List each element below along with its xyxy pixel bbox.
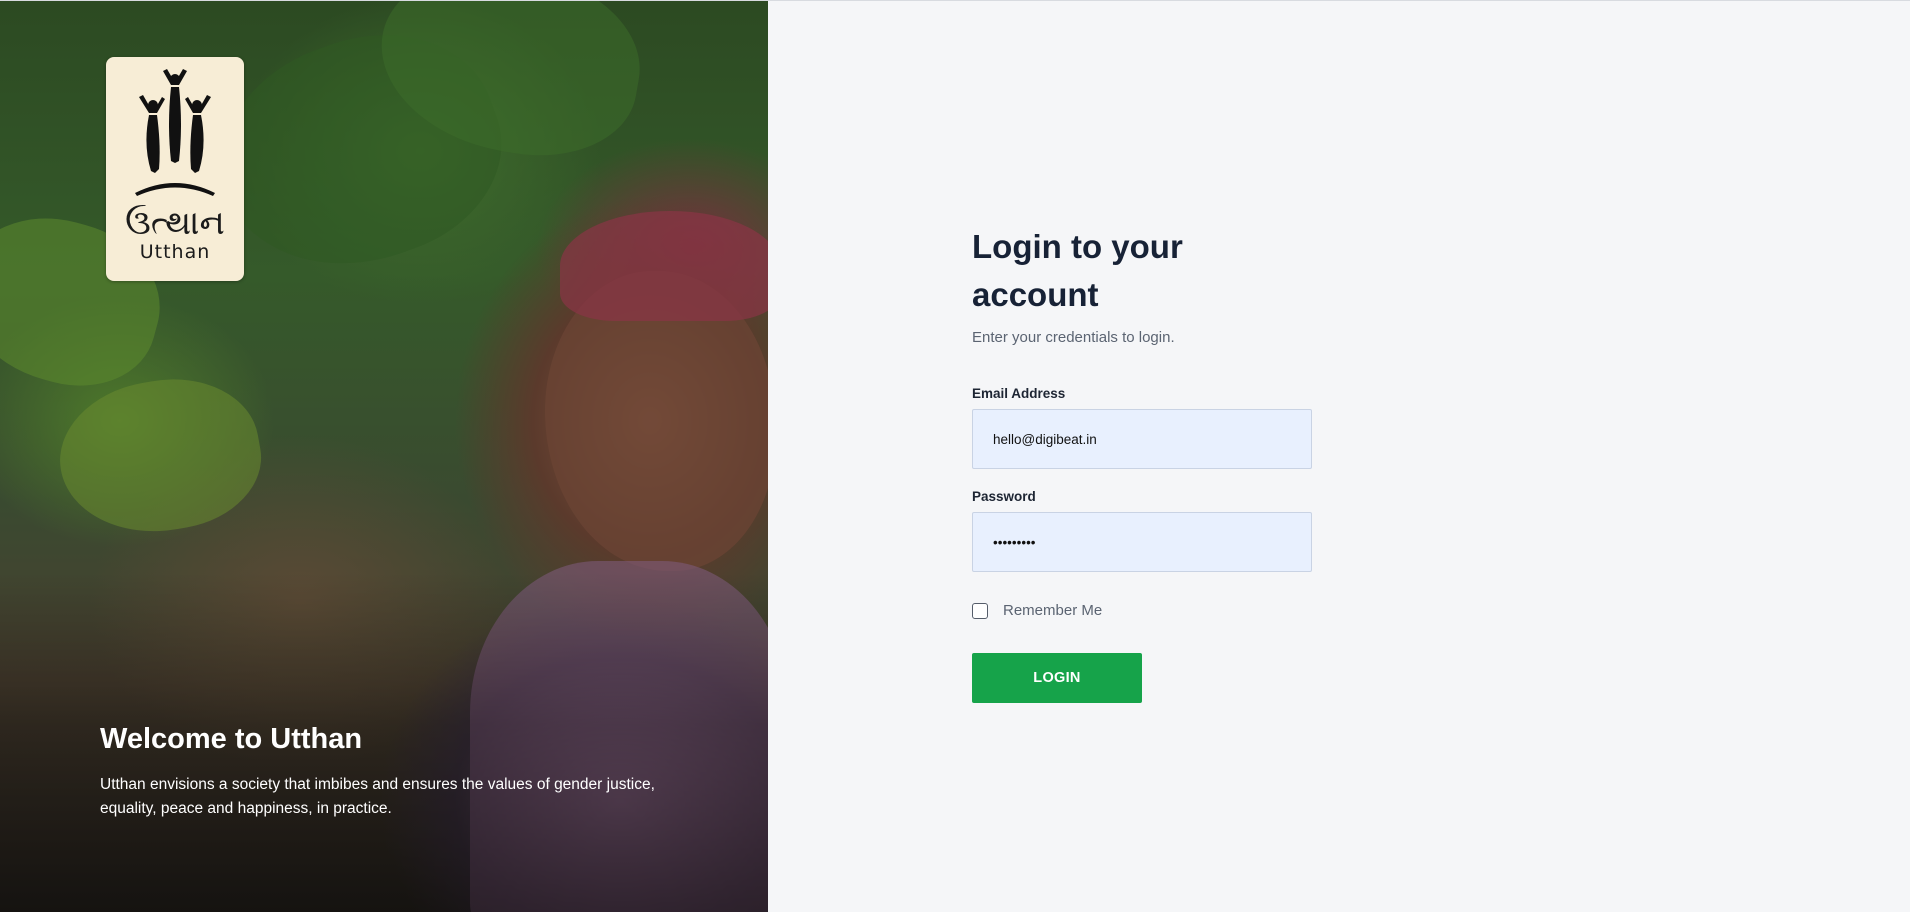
login-form: Login to your account Enter your credent… xyxy=(972,223,1312,703)
form-panel: Login to your account Enter your credent… xyxy=(768,1,1910,912)
login-page: ઉત્થાન Utthan Welcome to Utthan Utthan e… xyxy=(0,0,1910,912)
headscarf-shape xyxy=(560,211,768,321)
email-label: Email Address xyxy=(972,386,1066,401)
logo-gujarati-text: ઉત્થાન xyxy=(125,203,225,243)
hero-description: Utthan envisions a society that imbibes … xyxy=(100,776,655,817)
email-field[interactable] xyxy=(972,409,1312,469)
remember-me-checkbox[interactable] xyxy=(972,602,988,619)
logo-wordmark: Utthan xyxy=(139,241,211,263)
hero-title: Welcome to Utthan xyxy=(100,723,363,755)
dancing-figures-icon xyxy=(135,69,215,196)
form-title: Login to your account xyxy=(972,228,1183,313)
form-subtitle: Enter your credentials to login. xyxy=(972,329,1175,346)
password-label: Password xyxy=(972,489,1036,504)
remember-me-label[interactable]: Remember Me xyxy=(1003,602,1102,619)
leaf-shape xyxy=(48,364,272,548)
hero-panel: ઉત્થાન Utthan Welcome to Utthan Utthan e… xyxy=(0,1,768,912)
utthan-logo: ઉત્થાન Utthan xyxy=(106,57,244,281)
login-button[interactable]: LOGIN xyxy=(972,653,1142,703)
password-field[interactable] xyxy=(972,512,1312,572)
remember-me-row[interactable]: Remember Me xyxy=(972,602,1312,619)
